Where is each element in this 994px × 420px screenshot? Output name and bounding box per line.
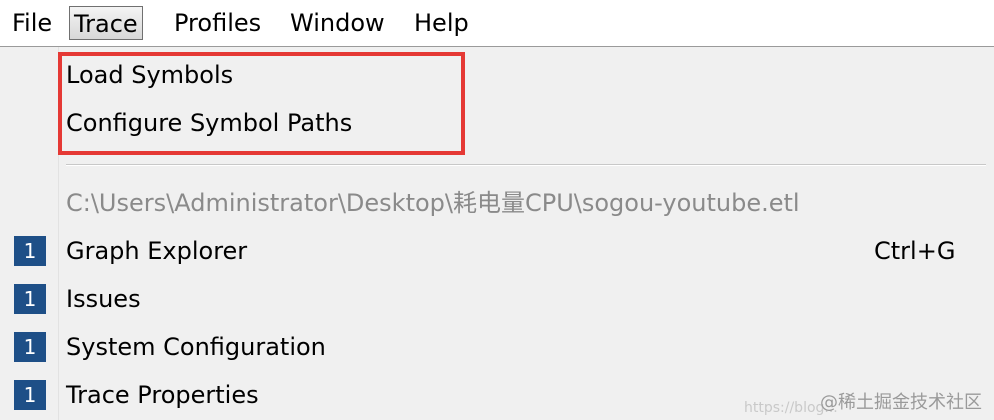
- menu-trace[interactable]: Trace: [69, 6, 143, 40]
- view-badge-icon: 1: [14, 284, 46, 314]
- view-badge-icon: 1: [14, 236, 46, 266]
- menu-profiles[interactable]: Profiles: [170, 6, 265, 40]
- graph-explorer-item[interactable]: Graph Explorer: [66, 233, 247, 269]
- issues-item[interactable]: Issues: [66, 281, 141, 317]
- watermark: @稀土掘金技术社区: [820, 392, 982, 413]
- menu-bar: File Trace Profiles Window Help: [0, 0, 994, 47]
- highlight-annotation-box: [58, 52, 465, 155]
- menu-separator: [66, 164, 986, 166]
- view-badge-icon: 1: [14, 332, 46, 362]
- graph-explorer-shortcut: Ctrl+G: [874, 237, 956, 265]
- system-configuration-item[interactable]: System Configuration: [66, 329, 326, 365]
- recent-trace-file-item[interactable]: C:\Users\Administrator\Desktop\耗电量CPU\so…: [66, 185, 800, 221]
- view-badge-icon: 1: [14, 380, 46, 410]
- menu-help[interactable]: Help: [410, 6, 473, 40]
- trace-properties-item[interactable]: Trace Properties: [66, 377, 259, 413]
- menu-file[interactable]: File: [8, 6, 56, 40]
- menu-window[interactable]: Window: [286, 6, 389, 40]
